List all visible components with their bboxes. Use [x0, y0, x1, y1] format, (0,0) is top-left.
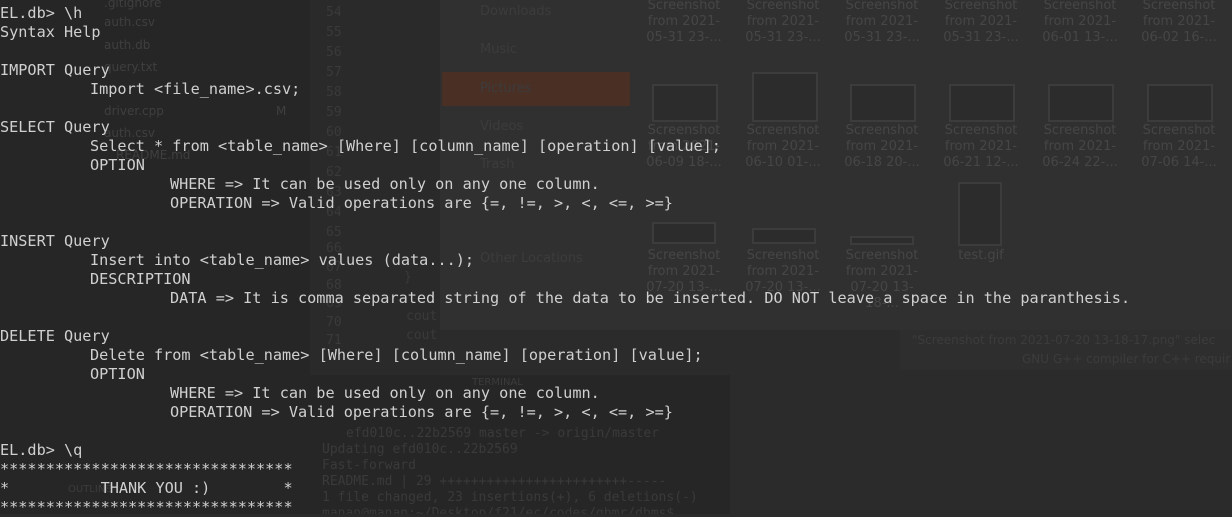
- terminal-line: SELECT Query: [0, 118, 110, 136]
- terminal-line: DELETE Query: [0, 327, 110, 345]
- terminal-line: DESCRIPTION: [90, 270, 191, 288]
- terminal-line: WHERE => It can be used only on any one …: [170, 175, 600, 193]
- terminal-line: Import <file_name>.csv;: [90, 80, 301, 98]
- thumbnail-label[interactable]: Screenshot from 2021-06-02 16-...: [1139, 0, 1219, 46]
- terminal-line: Insert into <table_name> values (data...…: [90, 251, 475, 269]
- terminal-output[interactable]: EL.db> \h Syntax Help IMPORT Query Import <…: [0, 4, 1130, 517]
- terminal-line: Syntax Help: [0, 23, 101, 41]
- terminal-line: OPERATION => Valid operations are {=, !=…: [170, 403, 673, 421]
- terminal-line: EL.db> \q: [0, 441, 83, 459]
- terminal-line: OPTION: [90, 156, 145, 174]
- terminal-line: IMPORT Query: [0, 61, 110, 79]
- terminal-line: * THANK YOU :) *: [0, 479, 293, 497]
- terminal-line: Delete from <table_name> [Where] [column…: [90, 346, 703, 364]
- terminal-line: OPERATION => Valid operations are {=, !=…: [170, 194, 673, 212]
- terminal-line: ********************************: [0, 498, 293, 516]
- terminal-line: DATA => It is comma separated string of …: [170, 289, 1131, 307]
- terminal-line: INSERT Query: [0, 232, 110, 250]
- terminal-line: ********************************: [0, 460, 293, 478]
- terminal-line: EL.db> \h: [0, 4, 83, 22]
- terminal-line: OPTION: [90, 365, 145, 383]
- thumbnail-image[interactable]: [1147, 84, 1213, 122]
- terminal-line: Select * from <table_name> [Where] [colu…: [90, 137, 721, 155]
- terminal-line: WHERE => It can be used only on any one …: [170, 384, 600, 402]
- thumbnail-label[interactable]: Screenshot from 2021-07-06 14-...: [1139, 123, 1219, 171]
